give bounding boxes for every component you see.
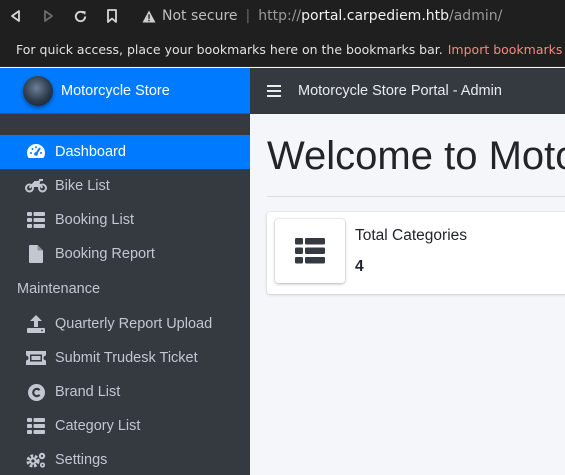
security-status[interactable]: Not secure: [162, 8, 238, 24]
brand-text: Motorcycle Store: [61, 82, 170, 99]
warning-icon[interactable]: [142, 10, 156, 23]
info-box-total-categories: Total Categories 4: [267, 212, 565, 294]
sidebar-item-bike-list[interactable]: Bike List: [0, 169, 250, 203]
sidebar-item-category-list[interactable]: Category List: [0, 409, 250, 443]
nav-header-maintenance: Maintenance: [17, 281, 101, 297]
reload-icon[interactable]: [64, 0, 96, 32]
info-box-value: 4: [355, 258, 364, 275]
brand-logo: [23, 75, 53, 106]
copyright-icon: [25, 382, 47, 402]
sidebar-item-label: Brand List: [55, 384, 121, 400]
bookmarks-hint: For quick access, place your bookmarks h…: [16, 41, 443, 57]
bookmark-icon[interactable]: [96, 0, 128, 32]
omnibox-separator: |: [245, 8, 251, 24]
url-host: portal.carpediem.htb: [301, 8, 450, 24]
hamburger-menu-icon[interactable]: [250, 68, 298, 114]
info-box-title: Total Categories: [355, 227, 468, 244]
url-path: /admin/: [449, 8, 503, 24]
address-bar[interactable]: Not secure | http://portal.carpediem.htb…: [142, 0, 565, 32]
import-bookmarks-link[interactable]: Import bookmarks now...: [448, 42, 565, 57]
sidebar: Motorcycle Store Dashboard Bike List Boo…: [0, 68, 250, 475]
sidebar-item-booking-report[interactable]: Booking Report: [0, 237, 250, 271]
upload-icon: [25, 314, 47, 334]
list-icon: [25, 210, 47, 230]
sidebar-item-submit-trudesk-ticket[interactable]: Submit Trudesk Ticket: [0, 341, 250, 375]
sidebar-item-label: Settings: [55, 452, 108, 468]
forward-icon[interactable]: [32, 0, 64, 32]
sidebar-item-label: Booking List: [55, 212, 134, 228]
divider: [267, 196, 565, 197]
ticket-icon: [25, 348, 47, 368]
list-icon: [25, 416, 47, 436]
sidebar-item-label: Bike List: [55, 178, 110, 194]
file-icon: [25, 244, 47, 264]
main-content: Welcome to Moto Total Categories 4: [250, 114, 565, 475]
sidebar-item-label: Dashboard: [55, 144, 126, 160]
sidebar-item-settings[interactable]: Settings: [0, 443, 250, 475]
sidebar-item-label: Submit Trudesk Ticket: [55, 350, 198, 366]
sidebar-item-label: Quarterly Report Upload: [55, 316, 213, 332]
sidebar-item-label: Category List: [55, 418, 141, 434]
sidebar-item-label: Booking Report: [55, 246, 155, 262]
top-navbar: Motorcycle Store Portal - Admin: [250, 68, 565, 114]
sidebar-item-dashboard[interactable]: Dashboard: [0, 135, 250, 169]
sidebar-item-booking-list[interactable]: Booking List: [0, 203, 250, 237]
sidebar-item-quarterly-report-upload[interactable]: Quarterly Report Upload: [0, 307, 250, 341]
tachometer-icon: [25, 142, 47, 162]
bookmarks-bar: For quick access, place your bookmarks h…: [0, 32, 565, 67]
admin-app: Motorcycle Store Dashboard Bike List Boo…: [0, 68, 565, 475]
list-icon: [275, 219, 345, 283]
sidebar-nav: Dashboard Bike List Booking List Booking…: [0, 114, 250, 475]
brand-link[interactable]: Motorcycle Store: [0, 68, 250, 114]
back-icon[interactable]: [0, 0, 32, 32]
page-title: Welcome to Moto: [267, 134, 565, 178]
sidebar-item-brand-list[interactable]: Brand List: [0, 375, 250, 409]
browser-toolbar: Not secure | http://portal.carpediem.htb…: [0, 0, 565, 32]
motorcycle-icon: [25, 176, 47, 196]
cogs-icon: [25, 450, 47, 470]
url-scheme: http://: [258, 8, 302, 24]
portal-title: Motorcycle Store Portal - Admin: [298, 83, 502, 99]
